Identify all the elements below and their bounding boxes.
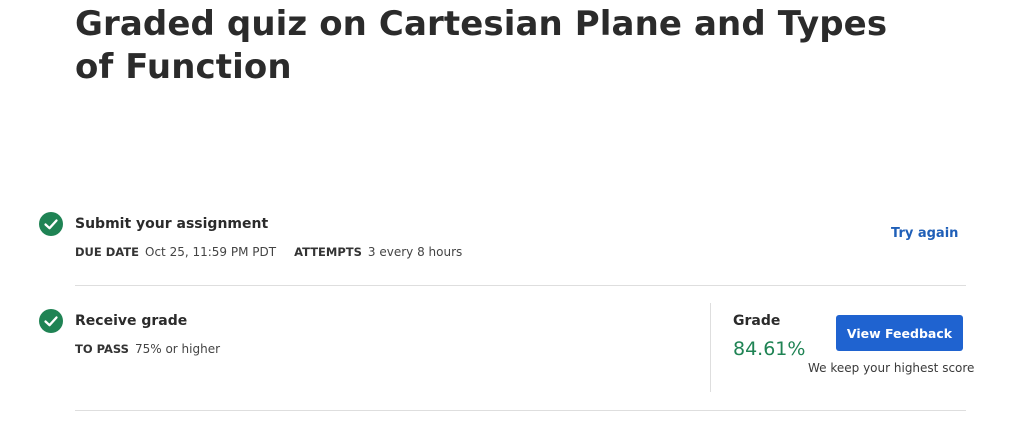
due-date-value: Oct 25, 11:59 PM PDT (145, 245, 277, 259)
grade-divider (710, 303, 711, 392)
section-divider-bottom (75, 410, 966, 411)
section-divider (75, 285, 966, 286)
due-date-label: DUE DATE (75, 245, 139, 259)
attempts-value: 3 every 8 hours (367, 245, 463, 259)
to-pass-label: TO PASS (75, 342, 129, 356)
check-circle-icon (39, 309, 63, 333)
receive-grade-title: Receive grade (75, 313, 188, 329)
to-pass-value: 75% or higher (134, 342, 221, 356)
pass-meta: TO PASS 75% or higher (75, 342, 238, 356)
check-circle-icon (39, 212, 63, 236)
view-feedback-button[interactable]: View Feedback (836, 315, 963, 351)
attempts-label: ATTEMPTS (294, 245, 362, 259)
submit-meta: DUE DATE Oct 25, 11:59 PM PDT ATTEMPTS 3 ev… (75, 245, 480, 259)
page-title: Graded quiz on Cartesian Plane and Types… (75, 4, 888, 87)
try-again-link[interactable]: Try again (891, 226, 958, 241)
grade-value: 84.61% (733, 338, 806, 360)
quiz-page: Graded quiz on Cartesian Plane and Types… (0, 0, 1009, 428)
submit-assignment-title: Submit your assignment (75, 216, 269, 232)
highest-score-note: We keep your highest score (808, 361, 975, 375)
grade-label: Grade (733, 313, 781, 329)
